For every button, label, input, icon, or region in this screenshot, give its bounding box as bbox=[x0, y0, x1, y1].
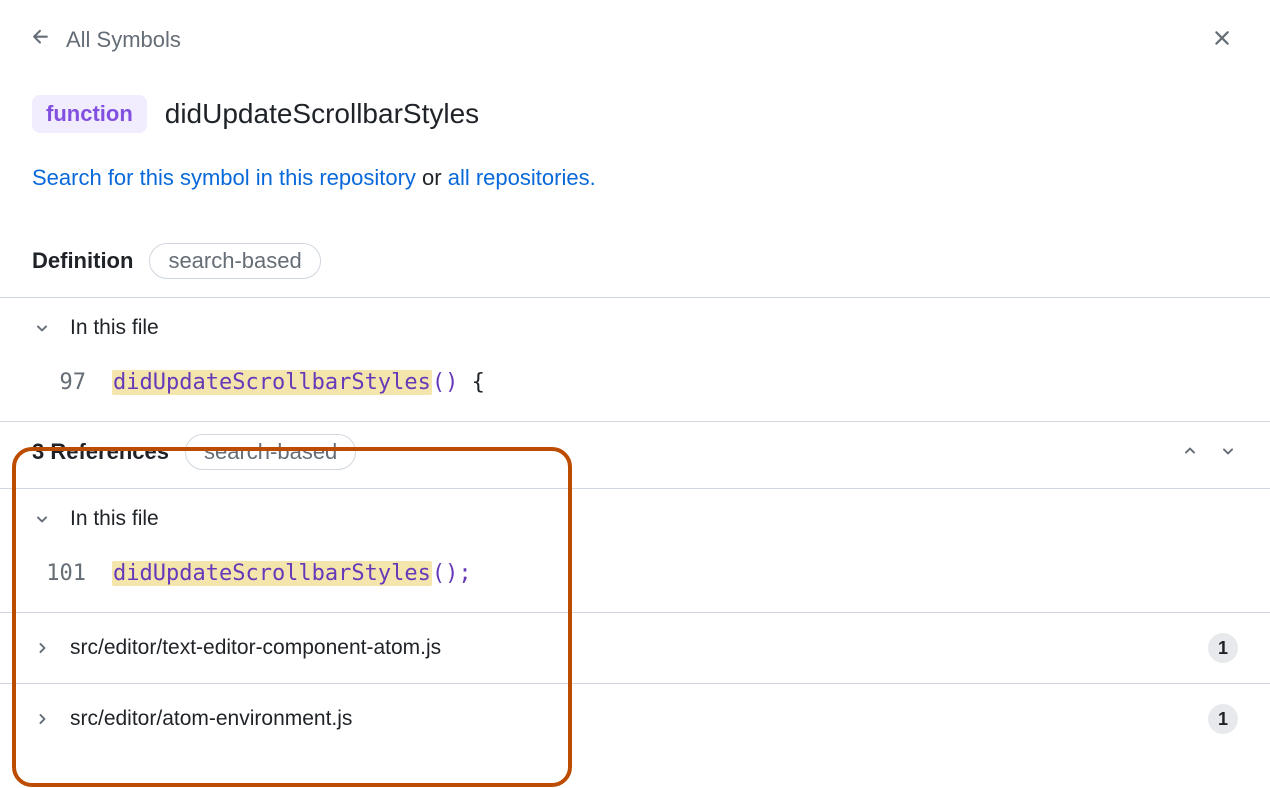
back-to-all-symbols[interactable]: All Symbols bbox=[30, 26, 181, 54]
definition-title: Definition bbox=[32, 248, 133, 274]
reference-other-file-row[interactable]: src/editor/text-editor-component-atom.js… bbox=[0, 613, 1270, 683]
reference-count-badge: 1 bbox=[1208, 704, 1238, 734]
search-all-repos-link[interactable]: all repositories. bbox=[448, 165, 596, 190]
chevron-down-icon bbox=[1218, 441, 1238, 461]
reference-count-badge: 1 bbox=[1208, 633, 1238, 663]
definition-file-row[interactable]: In this file bbox=[0, 298, 1270, 358]
code-suffix: (); bbox=[432, 561, 472, 586]
references-section-header: 3 References search-based bbox=[0, 422, 1270, 488]
reference-file-path: src/editor/text-editor-component-atom.js bbox=[70, 636, 441, 660]
definition-code-row[interactable]: 97 didUpdateScrollbarStyles() { bbox=[0, 358, 1270, 421]
reference-line-number: 101 bbox=[46, 561, 86, 586]
reference-code: didUpdateScrollbarStyles(); bbox=[112, 561, 472, 586]
close-button[interactable] bbox=[1206, 22, 1238, 57]
definition-code: didUpdateScrollbarStyles() { bbox=[112, 370, 485, 395]
chevron-down-icon bbox=[32, 509, 52, 529]
definition-file-label: In this file bbox=[70, 316, 159, 340]
symbol-title-row: function didUpdateScrollbarStyles bbox=[0, 67, 1270, 151]
definition-line-number: 97 bbox=[46, 370, 86, 395]
or-separator: or bbox=[416, 165, 448, 190]
symbol-kind-badge: function bbox=[32, 95, 147, 133]
references-file-label: In this file bbox=[70, 507, 159, 531]
reference-other-file-row[interactable]: src/editor/atom-environment.js 1 bbox=[0, 684, 1270, 754]
search-in-repo-link[interactable]: Search for this symbol in this repositor… bbox=[32, 165, 416, 190]
chevron-up-icon bbox=[1180, 441, 1200, 461]
search-links-row: Search for this symbol in this repositor… bbox=[0, 151, 1270, 233]
arrow-left-icon bbox=[30, 26, 52, 54]
reference-code-row[interactable]: 101 didUpdateScrollbarStyles(); bbox=[0, 549, 1270, 612]
nav-prev-button[interactable] bbox=[1180, 441, 1200, 464]
definition-badge: search-based bbox=[149, 243, 320, 279]
chevron-right-icon bbox=[32, 638, 52, 658]
chevron-down-icon bbox=[32, 318, 52, 338]
chevron-right-icon bbox=[32, 709, 52, 729]
highlighted-symbol: didUpdateScrollbarStyles bbox=[112, 370, 432, 395]
highlighted-symbol: didUpdateScrollbarStyles bbox=[112, 561, 432, 586]
reference-file-path: src/editor/atom-environment.js bbox=[70, 707, 352, 731]
back-label: All Symbols bbox=[66, 27, 181, 53]
references-title: 3 References bbox=[32, 439, 169, 465]
code-brace: { bbox=[458, 370, 485, 395]
code-parens: () bbox=[432, 370, 459, 395]
symbol-name: didUpdateScrollbarStyles bbox=[165, 98, 479, 130]
references-badge: search-based bbox=[185, 434, 356, 470]
close-icon bbox=[1210, 26, 1234, 50]
definition-section-header: Definition search-based bbox=[0, 233, 1270, 297]
references-file-row[interactable]: In this file bbox=[0, 489, 1270, 549]
references-nav bbox=[1180, 441, 1238, 464]
nav-next-button[interactable] bbox=[1218, 441, 1238, 464]
panel-header: All Symbols bbox=[0, 0, 1270, 67]
